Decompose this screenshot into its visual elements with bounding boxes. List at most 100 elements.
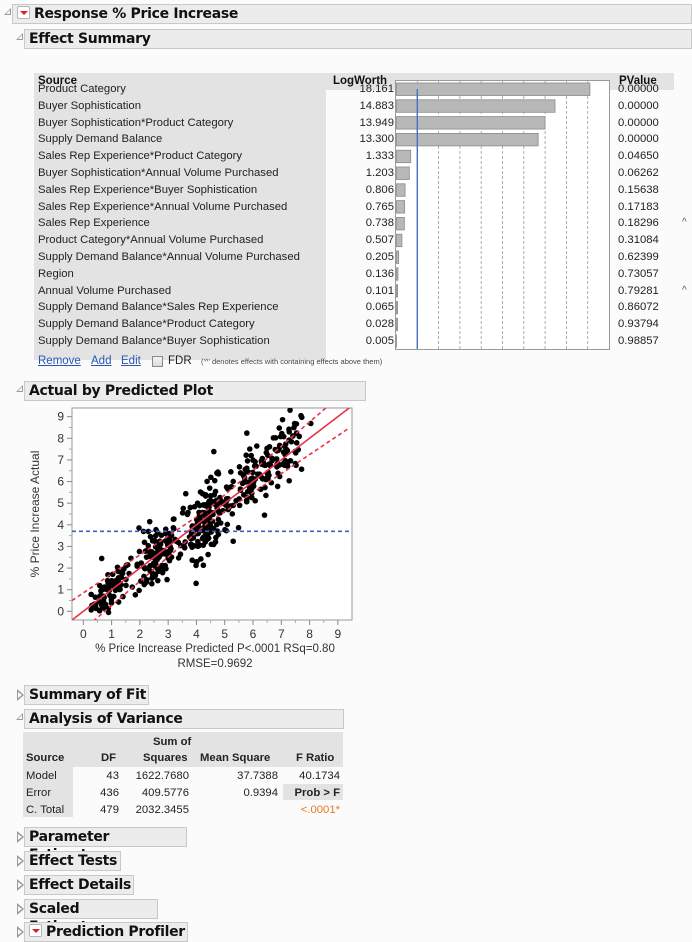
y-tick-label: 1	[57, 583, 64, 597]
effect-pvalue: 0.31084	[618, 234, 659, 247]
effect-caret: ^	[682, 217, 687, 229]
anova-header-ss-bottom: Squares	[143, 752, 188, 764]
effect-logworth: 13.300	[359, 133, 394, 146]
logworth-bar	[396, 216, 405, 231]
anova-f: 40.1734	[299, 770, 340, 782]
anova-ss: 1622.7680	[135, 770, 189, 782]
logworth-bar	[396, 82, 591, 96]
actual-by-predicted-plot: 0 1 2 3 4 5 6 7 8 9 0 1 2 3 4 5 6 7 8 9 % Price Increase Act…	[26, 403, 371, 663]
add-link[interactable]: Add	[91, 355, 111, 367]
section-title: Summary of Fit	[29, 687, 147, 703]
effect-source: Supply Demand Balance	[38, 133, 163, 146]
y-tick-label: 5	[57, 496, 64, 510]
effect-source: Annual Volume Purchased	[38, 284, 172, 297]
actual-by-predicted-header[interactable]: Actual by Predicted Plot	[24, 381, 366, 401]
edit-link[interactable]: Edit	[121, 355, 141, 367]
effect-pvalue: 0.06262	[618, 167, 659, 179]
data-point	[197, 489, 204, 495]
logworth-bar	[396, 149, 412, 164]
effect-pvalue: 0.00000	[618, 133, 659, 146]
data-point	[141, 581, 148, 588]
data-point	[115, 575, 122, 581]
y-tick-label: 3	[57, 539, 64, 553]
data-point	[244, 430, 250, 436]
parameter-estimates-header[interactable]: Parameter Estimates	[24, 827, 187, 863]
caret-note: ('^' denotes effects with containing eff…	[201, 357, 383, 366]
effect-pvalue: 0.73057	[618, 267, 659, 280]
y-tick-label: 7	[57, 453, 64, 467]
data-point	[210, 541, 217, 548]
collapse-triangle-icon[interactable]	[16, 385, 23, 392]
section-title: Effect Summary	[29, 31, 151, 47]
data-point	[286, 426, 292, 433]
data-point	[279, 416, 286, 423]
data-point	[247, 446, 253, 452]
prediction-profiler-header[interactable]: Prediction Profiler	[24, 922, 188, 942]
effect-summary-header[interactable]: Effect Summary	[24, 29, 692, 49]
red-triangle-menu-icon[interactable]	[17, 6, 30, 19]
data-point	[236, 464, 243, 470]
section-title: Prediction Profiler	[46, 924, 185, 940]
effect-logworth: 13.949	[359, 116, 394, 129]
remove-link[interactable]: Remove	[38, 355, 81, 367]
expand-triangle-icon[interactable]	[17, 855, 24, 867]
report-header[interactable]: Response % Price Increase	[12, 4, 692, 24]
data-point	[185, 509, 191, 516]
fdr-checkbox[interactable]	[152, 356, 163, 367]
effect-details-header[interactable]: Effect Details	[24, 875, 134, 895]
effect-pvalue: 0.00000	[618, 99, 659, 112]
logworth-bar-chart	[395, 80, 610, 350]
anova-f: <.0001*	[300, 804, 340, 816]
effect-source: Sales Rep Experience*Buyer Sophisticatio…	[38, 183, 258, 196]
section-title: Effect Tests	[29, 853, 118, 869]
data-point	[275, 470, 281, 477]
effect-logworth: 0.005	[365, 335, 394, 347]
scatter-plot-svg: 0 1 2 3 4 5 6 7 8 9 0 1 2 3 4 5 6 7 8 9 % Price Increase Act…	[28, 407, 353, 641]
logworth-bar	[396, 317, 398, 332]
data-point	[207, 493, 214, 499]
collapse-triangle-icon[interactable]	[16, 713, 23, 720]
data-point	[93, 605, 99, 612]
anova-header[interactable]: Analysis of Variance	[24, 709, 344, 729]
effect-pvalue: 0.86072	[618, 301, 659, 314]
effect-logworth: 0.507	[365, 234, 394, 247]
expand-triangle-icon[interactable]	[17, 689, 24, 701]
effect-logworth: 0.205	[365, 251, 394, 263]
summary-of-fit-header[interactable]: Summary of Fit	[24, 685, 149, 705]
data-point	[230, 538, 236, 545]
data-point	[170, 524, 177, 531]
collapse-triangle-icon[interactable]	[16, 33, 23, 40]
y-tick-label: 6	[57, 475, 64, 489]
effect-source: Sales Rep Experience*Product Category	[38, 150, 243, 163]
x-tick-label: 1	[108, 627, 115, 641]
x-tick-label: 9	[335, 627, 342, 641]
data-point	[200, 502, 207, 508]
data-point	[206, 498, 213, 504]
data-point	[136, 587, 142, 594]
expand-triangle-icon[interactable]	[17, 831, 24, 843]
data-point	[298, 414, 305, 421]
data-point	[200, 562, 207, 569]
data-point	[180, 505, 187, 512]
rmse-label: RMSE=0.9692	[177, 658, 253, 670]
expand-triangle-icon[interactable]	[17, 879, 24, 891]
data-point	[141, 539, 148, 546]
data-point	[211, 448, 217, 455]
collapse-triangle-icon[interactable]	[4, 8, 11, 15]
y-tick-label: 9	[57, 410, 64, 424]
expand-triangle-icon[interactable]	[17, 903, 24, 915]
effect-source: Buyer Sophistication	[38, 99, 141, 112]
data-point	[236, 502, 243, 509]
x-tick-label: 8	[306, 627, 313, 641]
red-triangle-menu-icon[interactable]	[29, 924, 42, 937]
effect-source: Sales Rep Experience	[38, 217, 150, 230]
expand-triangle-icon[interactable]	[17, 926, 24, 938]
data-point	[170, 516, 177, 522]
data-point	[191, 503, 198, 510]
data-point	[244, 458, 251, 464]
scaled-estimates-header[interactable]: Scaled Estimates	[24, 899, 158, 935]
data-point	[98, 555, 105, 562]
data-point	[291, 420, 298, 427]
anova-header-df: DF	[101, 752, 117, 764]
effect-tests-header[interactable]: Effect Tests	[24, 851, 121, 871]
